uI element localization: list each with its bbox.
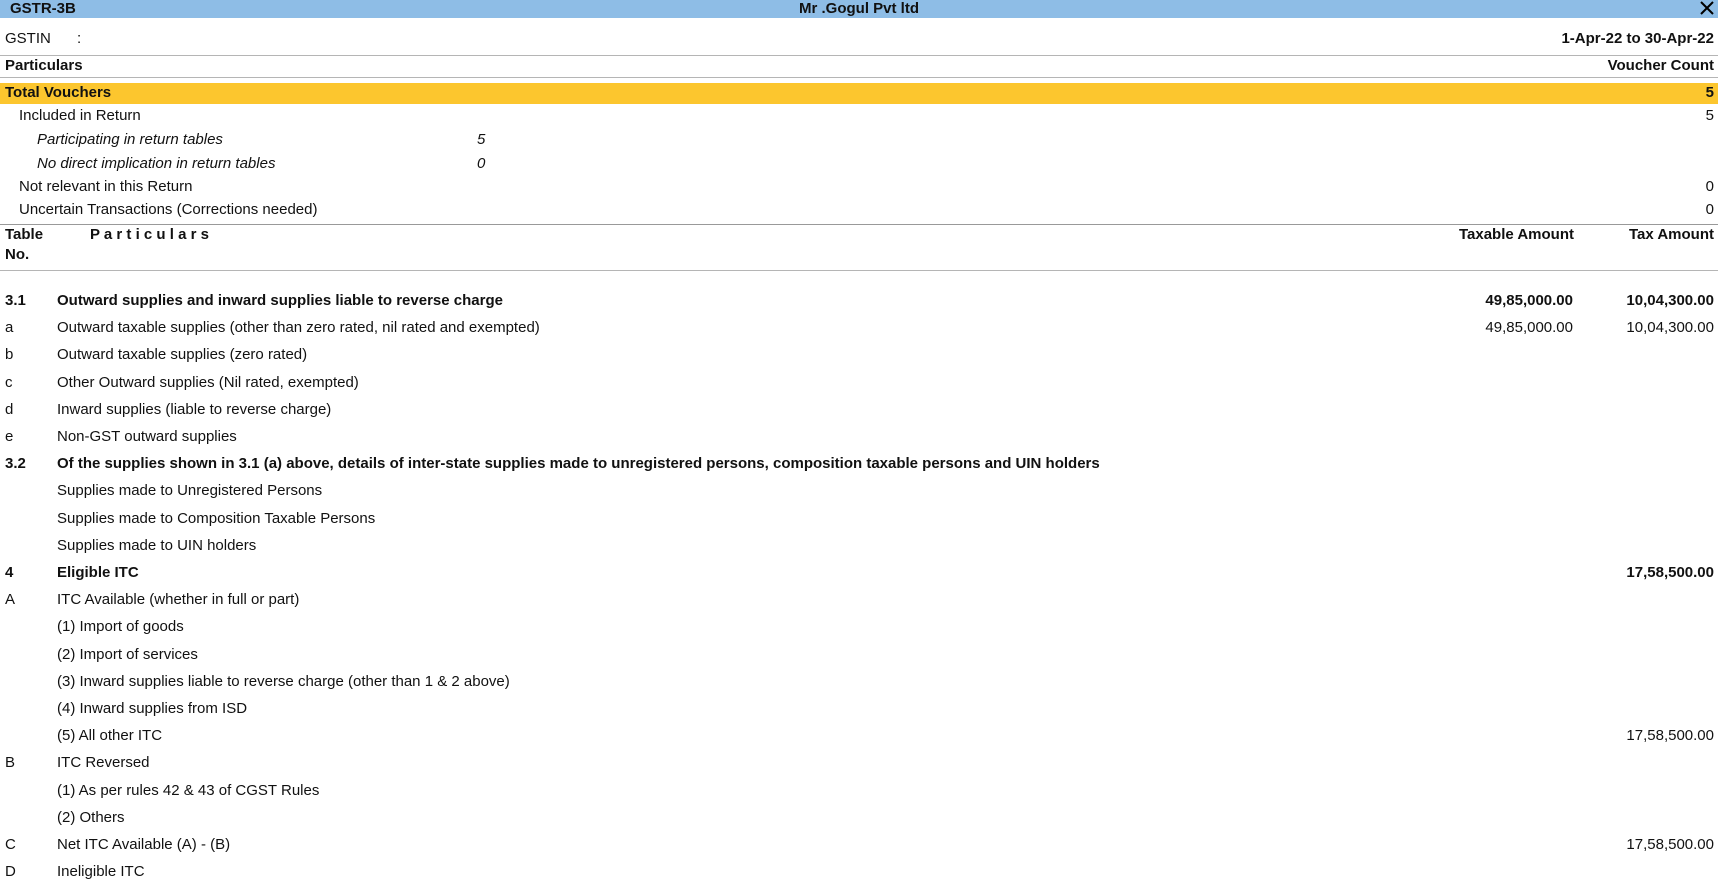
table-row-number: C (5, 836, 16, 853)
total-vouchers-row[interactable] (0, 83, 1718, 104)
table-row-label[interactable]: (1) Import of goods (57, 618, 184, 635)
table-row-label[interactable]: ITC Reversed (57, 754, 150, 771)
table-row-label[interactable]: Non-GST outward supplies (57, 428, 237, 445)
uncertain-transactions-label[interactable]: Uncertain Transactions (Corrections need… (19, 201, 317, 218)
total-vouchers-label: Total Vouchers (5, 84, 112, 101)
table-row-label[interactable]: Inward supplies (liable to reverse charg… (57, 401, 331, 418)
tax-amount-col-header: Tax Amount (1629, 226, 1714, 243)
table-row-number: d (5, 401, 14, 418)
included-in-return-count: 5 (1705, 107, 1714, 124)
tax-amount-cell[interactable]: 17,58,500.00 (1626, 836, 1714, 853)
table-row-label[interactable]: Net ITC Available (A) - (B) (57, 836, 230, 853)
table-row-label[interactable]: ITC Available (whether in full or part) (57, 591, 299, 608)
table-row-number: e (5, 428, 14, 445)
gstin-label: GSTIN (5, 30, 51, 47)
no-direct-implication-label[interactable]: No direct implication in return tables (37, 155, 275, 172)
participating-count: 5 (477, 131, 486, 148)
table-row-number: 4 (5, 564, 14, 581)
table-row-label[interactable]: Supplies made to Unregistered Persons (57, 482, 322, 499)
table-row-label[interactable]: Supplies made to Composition Taxable Per… (57, 510, 375, 527)
close-icon[interactable] (1698, 0, 1716, 17)
table-row-number: c (5, 374, 13, 391)
table-row-label[interactable]: (3) Inward supplies liable to reverse ch… (57, 673, 510, 690)
included-in-return-label[interactable]: Included in Return (19, 107, 141, 124)
company-name: Mr .Gogul Pvt ltd (799, 0, 919, 17)
table-row-number: b (5, 346, 14, 363)
table-row-label[interactable]: (1) As per rules 42 & 43 of CGST Rules (57, 782, 319, 799)
table-row-label[interactable]: Ineligible ITC (57, 863, 145, 880)
divider (0, 55, 1718, 56)
not-relevant-label[interactable]: Not relevant in this Return (19, 178, 192, 195)
table-row-label[interactable]: (5) All other ITC (57, 727, 162, 744)
table-row-label[interactable]: Supplies made to UIN holders (57, 537, 256, 554)
table-col-header: Table (5, 226, 44, 243)
table-no-col-header: No. (5, 246, 30, 263)
table-row-number: B (5, 754, 16, 771)
table-row-label[interactable]: (2) Import of services (57, 646, 198, 663)
table-row-label[interactable]: Outward taxable supplies (other than zer… (57, 319, 540, 336)
table-row-label[interactable]: Other Outward supplies (Nil rated, exemp… (57, 374, 359, 391)
taxable-amount-cell[interactable]: 49,85,000.00 (1485, 292, 1573, 309)
uncertain-transactions-count: 0 (1705, 201, 1714, 218)
table-row-number: D (5, 863, 16, 880)
voucher-count-header: Voucher Count (1607, 57, 1714, 74)
divider (0, 270, 1718, 271)
period-range[interactable]: 1-Apr-22 to 30-Apr-22 (1561, 30, 1714, 47)
tax-amount-cell[interactable]: 10,04,300.00 (1626, 292, 1714, 309)
tax-amount-cell[interactable]: 10,04,300.00 (1626, 319, 1714, 336)
table-row-number: A (5, 591, 16, 608)
table-row-label[interactable]: Outward taxable supplies (zero rated) (57, 346, 307, 363)
title-bar: GSTR-3B Mr .Gogul Pvt ltd (0, 0, 1718, 18)
table-row-label[interactable]: (2) Others (57, 809, 125, 826)
total-vouchers-count: 5 (1705, 84, 1714, 101)
gstin-colon: : (77, 30, 82, 47)
participating-label[interactable]: Participating in return tables (37, 131, 223, 148)
table-row-number: 3.2 (5, 455, 26, 472)
divider (0, 77, 1718, 78)
taxable-amount-col-header: Taxable Amount (1458, 226, 1574, 243)
table-row-label[interactable]: (4) Inward supplies from ISD (57, 700, 247, 717)
not-relevant-count: 0 (1705, 178, 1714, 195)
no-direct-implication-count: 0 (477, 155, 486, 172)
table-row-number: a (5, 319, 14, 336)
tax-amount-cell[interactable]: 17,58,500.00 (1626, 727, 1714, 744)
table-row-label[interactable]: Outward supplies and inward supplies lia… (57, 292, 503, 309)
particulars-col-header: P a r t i c u l a r s (90, 226, 209, 243)
taxable-amount-cell[interactable]: 49,85,000.00 (1485, 319, 1573, 336)
tax-amount-cell[interactable]: 17,58,500.00 (1626, 564, 1714, 581)
divider (0, 224, 1718, 225)
table-row-number: 3.1 (5, 292, 26, 309)
table-row-label[interactable]: Eligible ITC (57, 564, 139, 581)
summary-particulars-header: Particulars (5, 57, 83, 74)
table-row-label[interactable]: Of the supplies shown in 3.1 (a) above, … (57, 455, 1100, 472)
